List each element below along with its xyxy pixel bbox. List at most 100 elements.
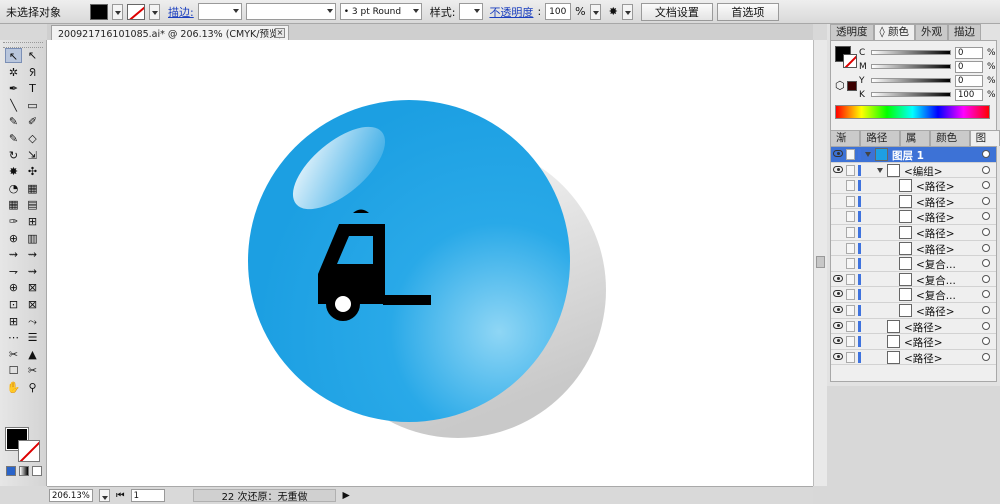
tool-button[interactable]: ⇲ [24, 148, 41, 163]
lock-toggle[interactable] [846, 305, 855, 316]
lock-toggle[interactable] [846, 227, 855, 238]
layer-row[interactable]: <复合... [831, 272, 996, 288]
tool-button[interactable]: ⊡ [5, 297, 22, 312]
tool-button[interactable]: ▭ [24, 98, 41, 113]
layers-tab[interactable]: 颜色参 [930, 130, 970, 159]
status-menu-icon[interactable]: ▶ [342, 490, 349, 501]
stroke-link[interactable]: 描边: [168, 4, 194, 20]
target-circle-icon[interactable] [982, 352, 990, 361]
color-tab[interactable]: ◊ 颜色 [873, 24, 916, 40]
tool-button[interactable]: T [24, 81, 41, 96]
target-circle-icon[interactable] [982, 181, 990, 190]
tool-button[interactable]: ╲ [5, 98, 22, 113]
tool-button[interactable]: ⊕ [5, 231, 22, 246]
target-circle-icon[interactable] [982, 274, 990, 283]
eye-icon[interactable] [833, 337, 843, 345]
opacity-dropdown[interactable] [589, 3, 601, 20]
stroke-dropdown[interactable] [149, 3, 160, 20]
tool-button[interactable]: ✋ [5, 380, 22, 395]
tool-button[interactable]: ✣ [24, 164, 41, 179]
tool-button[interactable]: ↻ [5, 148, 22, 163]
scrollbar-thumb[interactable] [816, 256, 825, 268]
tool-button[interactable]: ⊠ [24, 297, 41, 312]
target-circle-icon[interactable] [982, 290, 990, 299]
lock-toggle[interactable] [846, 273, 855, 285]
color-spectrum-bar[interactable] [835, 105, 990, 119]
tool-button[interactable]: ✂ [24, 363, 41, 378]
stroke-color-swatch[interactable] [18, 440, 40, 462]
tool-button[interactable]: ⇝ [24, 247, 41, 262]
tool-button[interactable]: ⋯ [5, 330, 22, 345]
layer-row[interactable]: <路径> [831, 319, 996, 335]
target-circle-icon[interactable] [982, 321, 990, 330]
tool-button[interactable]: ◇ [24, 131, 41, 146]
tool-button[interactable]: ✲ [5, 65, 22, 80]
color-stroke-swatch[interactable] [843, 54, 857, 68]
tool-button[interactable]: ✑ [5, 214, 22, 229]
layer-row[interactable]: <编组> [831, 163, 996, 179]
black-chip[interactable] [847, 81, 857, 91]
tool-button[interactable]: ⤳ [24, 314, 41, 329]
tool-button[interactable]: ▦ [5, 197, 22, 212]
layer-row[interactable]: <路径> [831, 241, 996, 257]
none-mode-icon[interactable] [32, 466, 42, 476]
tool-button[interactable]: ⊕ [5, 280, 22, 295]
eye-icon[interactable] [833, 306, 843, 313]
tool-button[interactable]: ✎ [5, 114, 22, 129]
layers-tab[interactable]: 属性 [899, 130, 931, 159]
document-setup-button[interactable]: 文档设置 [640, 2, 713, 21]
zoom-field[interactable]: 206.13% [49, 489, 93, 502]
channel-value-input[interactable]: 0 [955, 60, 983, 73]
cube-icon[interactable]: ⬡ [835, 79, 845, 92]
tool-button[interactable]: ⊞ [5, 314, 22, 329]
fill-swatch[interactable] [90, 3, 108, 20]
eye-icon[interactable] [833, 274, 843, 282]
layers-tab[interactable]: 路径查 [860, 130, 900, 159]
opacity-input[interactable]: 100 [545, 3, 572, 20]
tool-button[interactable]: ⇝ [24, 264, 41, 279]
lock-toggle[interactable] [846, 351, 855, 363]
layer-row[interactable]: <复合... [831, 256, 996, 272]
tool-button[interactable]: ▥ [24, 231, 41, 246]
color-tab[interactable]: 透明度 [830, 24, 874, 40]
close-icon[interactable]: × [275, 28, 285, 38]
stroke-swatch[interactable] [127, 3, 145, 20]
channel-track[interactable] [871, 50, 951, 55]
eye-icon[interactable] [833, 290, 843, 298]
recolor-dropdown[interactable] [621, 3, 633, 20]
channel-value-input[interactable]: 0 [955, 46, 983, 59]
tool-button[interactable]: ✐ [24, 114, 41, 129]
target-circle-icon[interactable] [982, 243, 990, 252]
layer-row[interactable]: <路径> [831, 194, 996, 210]
lock-toggle[interactable] [846, 242, 855, 254]
lock-toggle[interactable] [846, 258, 855, 270]
opacity-link[interactable]: 不透明度 [489, 4, 533, 20]
artboard-field[interactable]: 1 [130, 489, 165, 502]
layer-row[interactable]: 图层 1 [831, 147, 996, 163]
expand-triangle-icon[interactable] [877, 167, 883, 173]
target-circle-icon[interactable] [982, 165, 990, 174]
fill-dropdown[interactable] [112, 3, 123, 20]
tool-button[interactable]: ☰ [24, 330, 41, 345]
tool-button[interactable]: ✒ [5, 81, 22, 96]
channel-value-input[interactable]: 0 [955, 74, 983, 87]
blue-ball-circle[interactable] [248, 100, 570, 422]
lock-toggle[interactable] [846, 149, 855, 160]
layer-row[interactable]: <路径> [831, 334, 996, 350]
layer-row[interactable]: <路径> [831, 303, 996, 319]
prev-artboard-icon[interactable]: ⏮ [116, 490, 125, 501]
variable-width-select[interactable] [245, 3, 336, 20]
gradient-mode-icon[interactable] [19, 466, 29, 476]
lock-toggle[interactable] [846, 164, 855, 176]
layer-row[interactable]: <路径> [831, 225, 996, 241]
tool-button[interactable]: ⊠ [24, 280, 41, 295]
layers-tab[interactable]: 图层 [969, 130, 1000, 159]
preferences-button[interactable]: 首选项 [716, 2, 779, 21]
tool-button[interactable]: ↖ [5, 48, 22, 63]
tool-button[interactable]: ⊞ [24, 214, 41, 229]
lock-toggle[interactable] [846, 195, 855, 207]
tool-button[interactable]: ◔ [5, 181, 22, 196]
eye-icon[interactable] [833, 321, 843, 329]
artboard-canvas[interactable] [47, 40, 813, 486]
tool-button[interactable]: ✸ [5, 164, 22, 179]
